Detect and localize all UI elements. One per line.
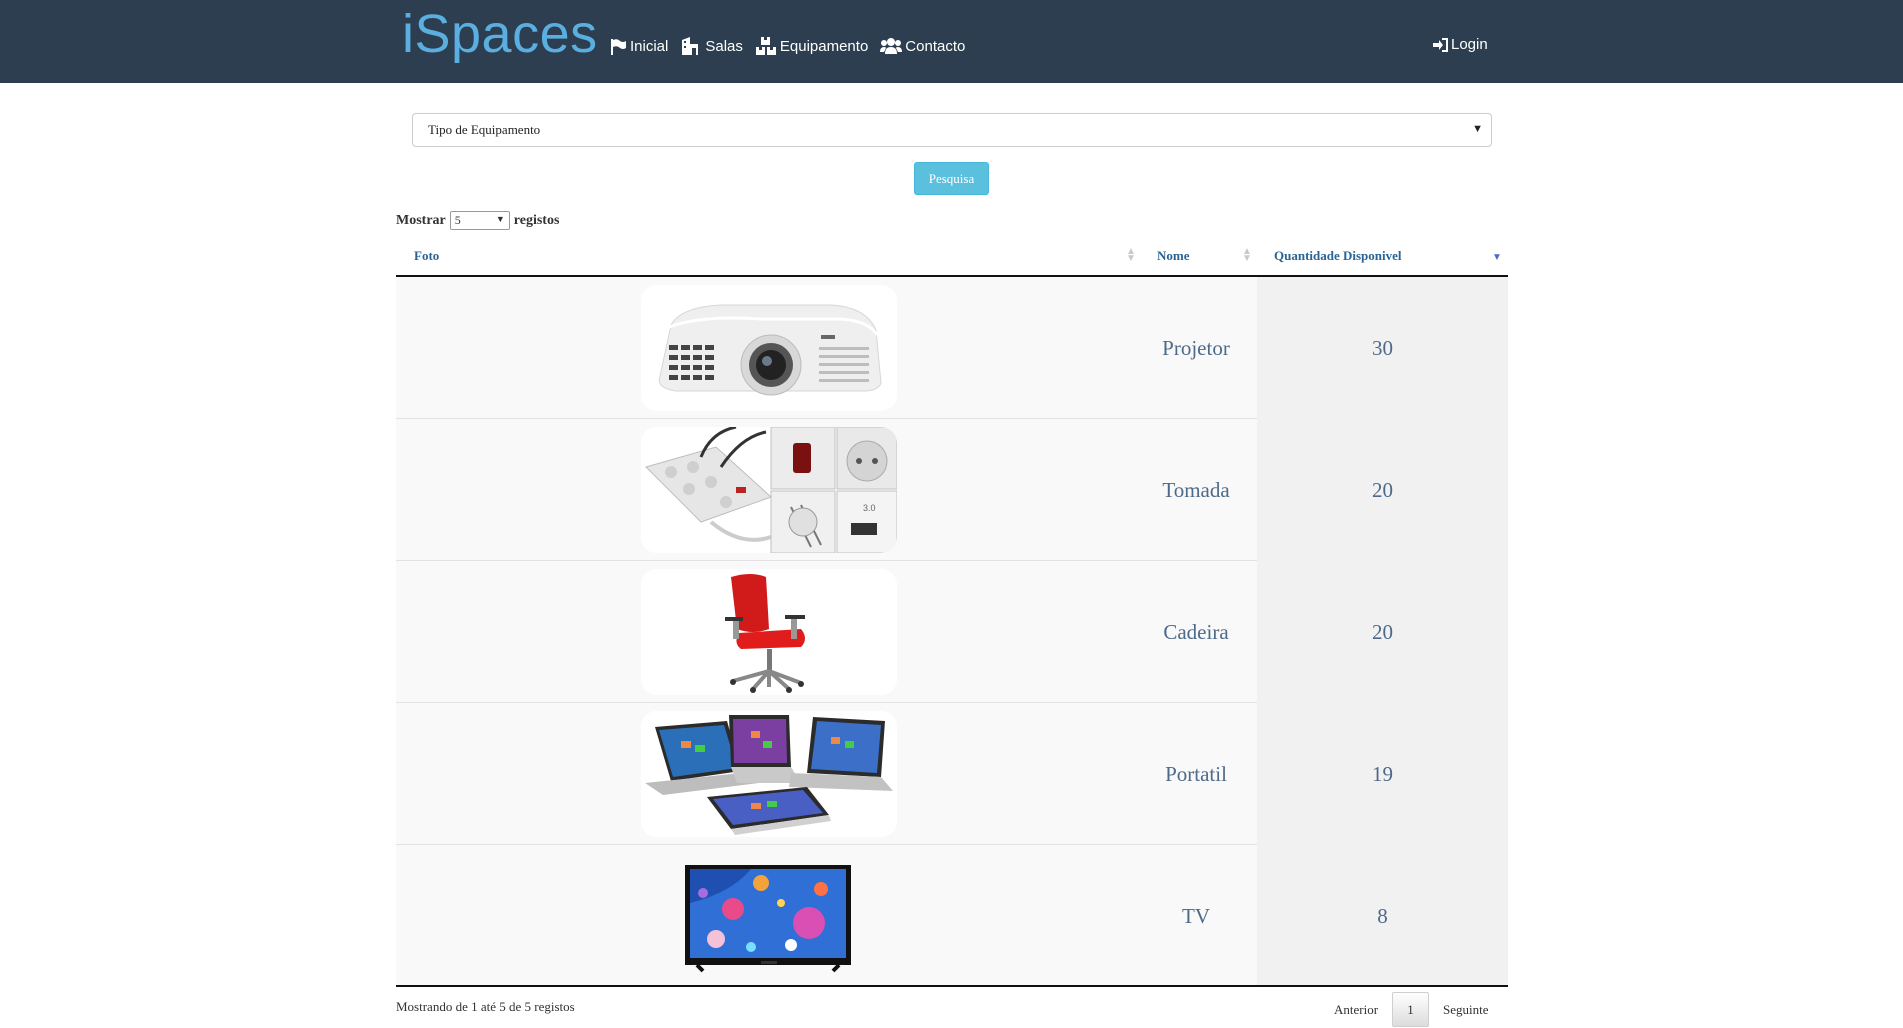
nav-label: Equipamento [779, 37, 869, 55]
page-1-button[interactable]: 1 [1392, 992, 1430, 1027]
nav-label: Inicial [630, 37, 669, 55]
page-length-control: Mostrar 5 ▼ registos [396, 211, 559, 230]
nav-item-salas[interactable]: Salas [680, 36, 743, 56]
equipment-quantity: 20 [1257, 561, 1508, 703]
nav-label: Salas [705, 37, 743, 55]
flag-icon [611, 38, 626, 55]
svg-text:3.0: 3.0 [863, 503, 876, 513]
building-icon [682, 37, 699, 55]
column-header-foto[interactable]: Foto [414, 248, 439, 264]
sort-both-icon: ▲ ▼ [1126, 246, 1136, 264]
tv-image [641, 853, 897, 979]
pagination: Anterior 1 Seguinte [1324, 992, 1499, 1027]
equipment-quantity: 8 [1257, 845, 1508, 987]
office-chair-image [641, 569, 897, 695]
main-nav: Inicial Salas Equipamento Contacto [610, 36, 965, 56]
nav-item-contacto[interactable]: Contacto [880, 36, 965, 56]
brand-logo[interactable]: iSpaces [402, 2, 598, 66]
chevron-down-icon: ▼ [495, 214, 505, 224]
table-row: Cadeira 20 [396, 561, 1508, 703]
nav-label: Contacto [905, 37, 966, 55]
page-length-select[interactable]: 5 ▼ [449, 211, 510, 230]
nav-item-inicial[interactable]: Inicial [610, 36, 668, 56]
nav-item-equipamento[interactable]: Equipamento [755, 36, 868, 56]
equipment-table: Foto ▲ ▼ Nome ▲ ▼ Quantidade Disponivel ▼ [396, 238, 1508, 987]
laptops-image [641, 711, 897, 837]
search-button[interactable]: Pesquisa [914, 162, 989, 195]
equipment-type-select[interactable]: Tipo de Equipamento ▼ [412, 113, 1492, 147]
cubes-icon [755, 37, 776, 55]
length-prefix: Mostrar [396, 212, 446, 228]
column-header-quantidade[interactable]: Quantidade Disponivel [1274, 248, 1402, 264]
users-icon [880, 38, 903, 54]
table-header: Foto ▲ ▼ Nome ▲ ▼ Quantidade Disponivel ▼ [396, 238, 1508, 277]
equipment-quantity: 30 [1257, 277, 1508, 419]
length-value: 5 [454, 213, 461, 227]
navbar: iSpaces Inicial Salas Equipamento Contac… [0, 0, 1903, 83]
sign-in-icon [1433, 37, 1448, 52]
sort-both-icon: ▲ ▼ [1242, 246, 1252, 264]
login-link[interactable]: Login [1433, 36, 1488, 53]
table-row: TV 8 [396, 845, 1508, 987]
power-strip-image: 3.0 [641, 427, 897, 553]
table-row: 3.0 Tomada 20 [396, 419, 1508, 561]
equipment-quantity: 20 [1257, 419, 1508, 561]
length-suffix: registos [513, 212, 560, 228]
table-row: Projetor 30 [396, 277, 1508, 419]
login-label: Login [1451, 36, 1488, 53]
select-value: Tipo de Equipamento [428, 122, 541, 137]
table-info: Mostrando de 1 até 5 de 5 registos [396, 999, 575, 1014]
column-header-nome[interactable]: Nome [1157, 248, 1190, 264]
sort-desc-icon: ▼ [1492, 252, 1502, 263]
next-page-button[interactable]: Seguinte [1433, 992, 1499, 1027]
chevron-down-icon: ▼ [1472, 123, 1483, 135]
table-bottom-border [396, 985, 1508, 987]
equipment-quantity: 19 [1257, 703, 1508, 845]
projector-image [641, 285, 897, 411]
table-row: Portatil 19 [396, 703, 1508, 845]
previous-page-button[interactable]: Anterior [1324, 992, 1388, 1027]
